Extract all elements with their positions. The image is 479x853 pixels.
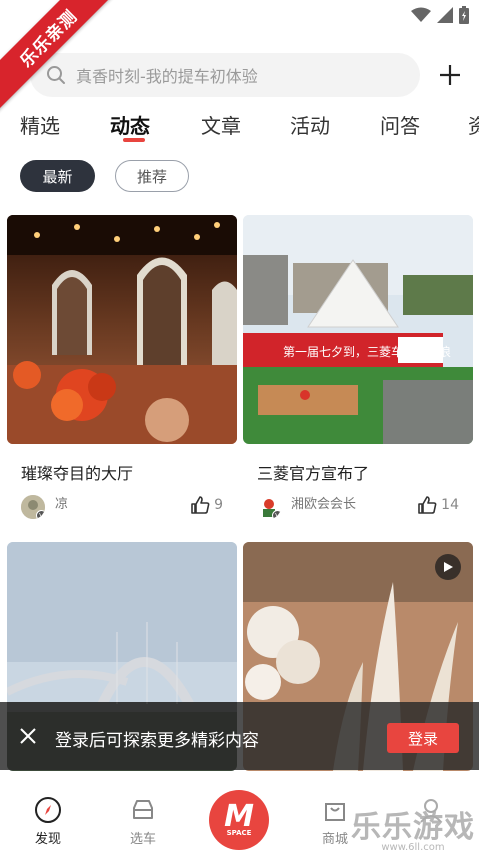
search-placeholder: 真香时刻-我的提车初体验 [76, 67, 258, 86]
tab-activities[interactable]: 活动 [290, 110, 330, 139]
wifi-icon [411, 7, 431, 22]
signal-icon [437, 7, 453, 23]
login-button[interactable]: 登录 [387, 723, 459, 753]
post-image-tent[interactable]: 第一届七夕到，三菱车友一起浪 [243, 215, 473, 444]
tab-dynamics[interactable]: 动态 [110, 110, 150, 139]
verified-badge-icon: V [36, 510, 45, 519]
compass-icon [35, 797, 61, 823]
like-button[interactable]: 9 [190, 495, 223, 515]
filter-recommend[interactable]: 推荐 [115, 160, 189, 192]
post-card[interactable]: 第一届七夕到，三菱车友一起浪 三菱官方宣布了 V 湘欧会会长 14 [243, 215, 473, 519]
thumbs-up-icon [191, 496, 210, 514]
nav-select-car-label: 选车 [129, 832, 156, 847]
search-icon [47, 66, 65, 84]
active-tab-indicator [123, 138, 145, 142]
post-image-hall[interactable] [7, 215, 237, 444]
mspace-logo: M [224, 799, 254, 834]
nav-discover-label: 发现 [34, 832, 61, 847]
add-button[interactable] [433, 58, 467, 92]
thumbs-up-icon [418, 496, 437, 514]
post-author[interactable]: 凉 [55, 493, 68, 512]
filter-latest[interactable]: 最新 [20, 160, 95, 192]
avatar[interactable]: V [21, 495, 45, 519]
tab-articles[interactable]: 文章 [201, 110, 241, 139]
mspace-logo-sub: SPACE [226, 829, 252, 837]
shopping-bag-icon [325, 803, 345, 821]
plus-icon [440, 65, 460, 85]
post-card[interactable]: 璀璨夺目的大厅 V 凉 9 [7, 215, 237, 519]
post-title: 璀璨夺目的大厅 [21, 464, 134, 483]
login-prompt-banner: 登录后可探索更多精彩内容 登录 [0, 702, 479, 770]
nav-discover[interactable]: 发现 [18, 796, 78, 847]
avatar[interactable]: V [257, 495, 281, 519]
nav-select-car[interactable]: 选车 [113, 796, 173, 847]
nav-mall-label: 商城 [321, 832, 348, 847]
mspace-center-button[interactable]: M SPACE [209, 790, 269, 850]
tab-featured[interactable]: 精选 [20, 110, 60, 139]
verified-badge-icon: V [272, 510, 281, 519]
login-prompt-text: 登录后可探索更多精彩内容 [55, 731, 259, 751]
tab-more[interactable]: 资 [468, 110, 479, 139]
watermark-logo: 乐乐游戏 www.6ll.com [351, 802, 475, 853]
play-icon[interactable] [435, 554, 461, 580]
battery-icon [459, 6, 469, 24]
car-icon [133, 800, 153, 819]
tab-qa[interactable]: 问答 [380, 110, 420, 139]
like-count: 14 [441, 497, 459, 513]
post-author[interactable]: 湘欧会会长 [291, 493, 356, 512]
like-count: 9 [214, 497, 223, 513]
close-icon [20, 728, 36, 744]
search-bar[interactable]: 真香时刻-我的提车初体验 [30, 53, 420, 97]
category-tabs: 精选 动态 文章 活动 问答 资 [0, 104, 479, 148]
watermark-text: 乐乐游戏 [351, 810, 475, 845]
close-button[interactable] [16, 724, 40, 748]
post-title: 三菱官方宣布了 [257, 464, 370, 483]
like-button[interactable]: 14 [417, 495, 459, 515]
